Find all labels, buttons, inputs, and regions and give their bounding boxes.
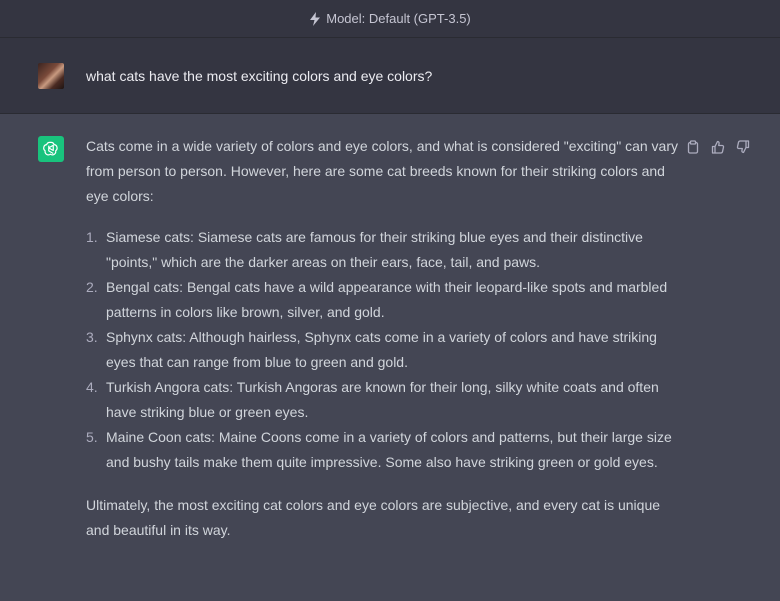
list-item: 5. Maine Coon cats: Maine Coons come in a…: [86, 429, 672, 470]
copy-icon[interactable]: [686, 140, 700, 154]
openai-logo-icon: [38, 136, 64, 162]
model-label: Model: Default (GPT-3.5): [326, 11, 471, 26]
list-item: 1. Siamese cats: Siamese cats are famous …: [86, 229, 643, 270]
thumbs-up-icon[interactable]: [711, 140, 725, 154]
list-item: 3. Sphynx cats: Although hairless, Sphynx…: [86, 329, 657, 370]
message-actions: [686, 140, 750, 154]
assistant-message: Cats come in a wide variety of colors an…: [0, 114, 780, 543]
lightning-icon: [309, 11, 321, 26]
response-intro: Cats come in a wide variety of colors an…: [86, 138, 678, 204]
list-item: 4. Turkish Angora cats: Turkish Angoras a…: [86, 379, 659, 420]
thumbs-down-icon[interactable]: [736, 140, 750, 154]
user-message-text: what cats have the most exciting colors …: [86, 67, 433, 84]
assistant-response: Cats come in a wide variety of colors an…: [86, 136, 678, 543]
breed-list: 1. Siamese cats: Siamese cats are famous …: [86, 225, 678, 475]
model-header: Model: Default (GPT-3.5): [0, 0, 780, 38]
list-item: 2. Bengal cats: Bengal cats have a wild a…: [86, 279, 668, 320]
response-conclusion: Ultimately, the most exciting cat colors…: [86, 497, 661, 538]
user-avatar: [38, 62, 64, 89]
user-message: what cats have the most exciting colors …: [0, 38, 780, 114]
